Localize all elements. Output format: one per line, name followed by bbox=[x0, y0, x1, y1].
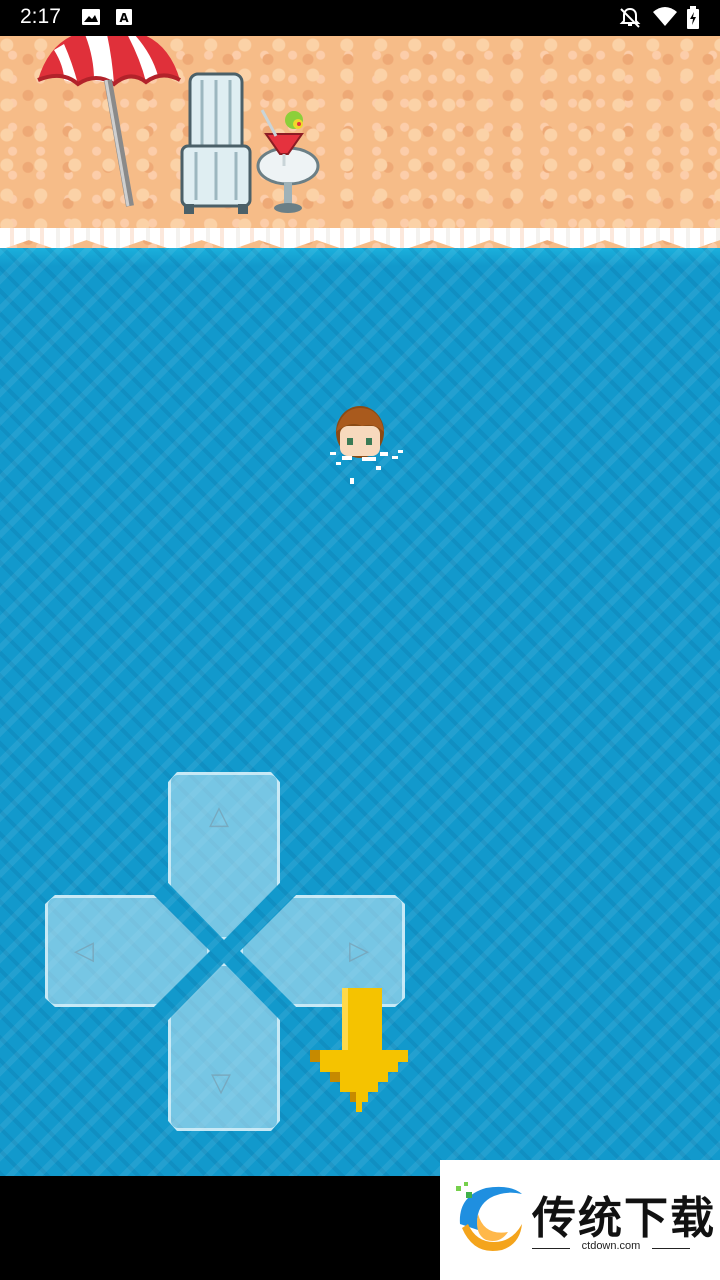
svg-text:A: A bbox=[119, 11, 129, 25]
dpad-up-glyph: △ bbox=[209, 801, 229, 831]
dpad-down-glyph: ▽ bbox=[211, 1068, 231, 1098]
beach-umbrella-icon bbox=[37, 36, 181, 207]
dpad-left-glyph: ◁ bbox=[74, 936, 94, 966]
image-icon bbox=[82, 9, 100, 25]
font-a-icon: A bbox=[116, 9, 132, 25]
watermark-banner: 传统下载 ctdown.com bbox=[440, 1160, 720, 1280]
status-bar: 2:17 A bbox=[0, 0, 720, 36]
down-arrow-icon bbox=[310, 988, 408, 1112]
wifi-icon bbox=[653, 7, 677, 26]
swimming-character-icon[interactable] bbox=[322, 402, 408, 488]
deck-chair-icon bbox=[180, 72, 252, 214]
dpad-right-glyph: ▷ bbox=[349, 936, 369, 966]
notifications-off-icon bbox=[619, 7, 641, 28]
watermark-title: 传统下载 bbox=[532, 1193, 716, 1244]
ctdown-logo-icon bbox=[456, 1182, 522, 1252]
watermark-subtitle: ctdown.com bbox=[581, 1240, 641, 1252]
battery-icon bbox=[687, 6, 699, 29]
status-time: 2:17 bbox=[20, 5, 61, 28]
cocktail-table-icon bbox=[256, 109, 320, 213]
